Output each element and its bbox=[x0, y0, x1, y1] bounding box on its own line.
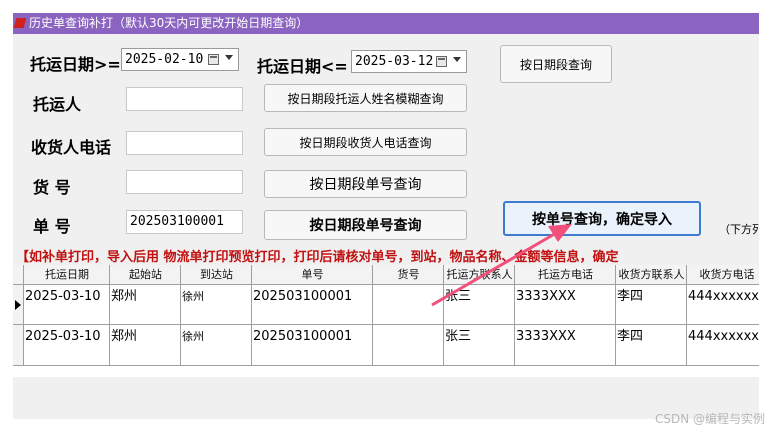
cell-shipper-contact[interactable]: 张三 bbox=[444, 285, 515, 325]
receiver-phone-label: 收货人电话 bbox=[31, 138, 112, 157]
col-order-no[interactable]: 单号 bbox=[252, 265, 373, 285]
col-receiver-contact[interactable]: 收货方联系人 bbox=[616, 265, 687, 285]
row-selector[interactable] bbox=[13, 325, 24, 366]
calendar-icon[interactable] bbox=[208, 54, 219, 65]
table-header-row: 托运日期 起始站 到达站 单号 货号 托运方联系人 托运方电话 收货方联系人 收… bbox=[24, 265, 759, 285]
cell-cargo-no[interactable] bbox=[373, 285, 444, 325]
col-cargo-no[interactable]: 货号 bbox=[373, 265, 444, 285]
window-title: 历史单查询补打（默认30天内可更改开始日期查询） bbox=[29, 16, 309, 30]
calendar-icon[interactable] bbox=[436, 56, 447, 67]
cell-receiver-contact[interactable]: 李四 bbox=[616, 325, 687, 366]
order-no-label: 单 号 bbox=[33, 217, 71, 236]
ship-date-from-label: 托运日期>= bbox=[30, 55, 121, 74]
query-by-shipper-button[interactable]: 按日期段托运人姓名模糊查询 bbox=[264, 84, 467, 112]
cell-shipper-phone[interactable]: 3333XXX bbox=[515, 285, 616, 325]
receiver-phone-input[interactable] bbox=[126, 131, 243, 155]
table-row[interactable]: 2025-03-10 郑州 徐州 202503100001 张三 3333XXX… bbox=[24, 285, 759, 325]
row-selector[interactable] bbox=[13, 285, 24, 325]
query-and-import-button[interactable]: 按单号查询，确定导入 bbox=[503, 201, 701, 236]
cell-shipper-phone[interactable]: 3333XXX bbox=[515, 325, 616, 366]
cargo-no-input[interactable] bbox=[126, 170, 243, 194]
date-from-value: 2025-02-10 bbox=[125, 52, 204, 67]
date-to-value: 2025-03-12 bbox=[355, 54, 434, 69]
cell-receiver-phone[interactable]: 444xxxxxx bbox=[687, 285, 759, 325]
app-icon bbox=[13, 18, 27, 28]
watermark: CSDN @编程与实例 bbox=[654, 412, 765, 426]
chevron-down-icon[interactable] bbox=[453, 57, 461, 62]
cell-arrival-station[interactable]: 徐州 bbox=[181, 325, 252, 366]
col-shipper-contact[interactable]: 托运方联系人 bbox=[444, 265, 515, 285]
col-arrival-station[interactable]: 到达站 bbox=[181, 265, 252, 285]
current-row-marker-icon bbox=[15, 300, 21, 310]
shipper-label: 托运人 bbox=[33, 95, 82, 114]
query-by-order-no-button[interactable]: 按日期段单号查询 bbox=[264, 210, 467, 240]
cell-ship-date[interactable]: 2025-03-10 bbox=[24, 325, 110, 366]
shipper-input[interactable] bbox=[126, 87, 243, 111]
col-shipper-phone[interactable]: 托运方电话 bbox=[515, 265, 616, 285]
results-table: 托运日期 起始站 到达站 单号 货号 托运方联系人 托运方电话 收货方联系人 收… bbox=[13, 265, 759, 377]
cell-start-station[interactable]: 郑州 bbox=[110, 285, 181, 325]
col-ship-date[interactable]: 托运日期 bbox=[24, 265, 110, 285]
col-receiver-phone[interactable]: 收货方电话 bbox=[687, 265, 759, 285]
list-note: （下方列 bbox=[719, 223, 759, 236]
row-header-corner bbox=[13, 265, 24, 285]
history-order-window: 历史单查询补打（默认30天内可更改开始日期查询） 托运日期>= 2025-02-… bbox=[13, 13, 759, 419]
query-by-date-button[interactable]: 按日期段查询 bbox=[500, 45, 612, 83]
ship-date-to-label: 托运日期<= bbox=[257, 57, 348, 76]
chevron-down-icon[interactable] bbox=[225, 55, 233, 60]
print-notice: 【如补单打印，导入后用 物流单打印预览打印，打印后请核对单号，到站，物品名称、金… bbox=[16, 250, 619, 265]
col-start-station[interactable]: 起始站 bbox=[110, 265, 181, 285]
order-no-input[interactable]: 202503100001 bbox=[126, 210, 243, 234]
table-row[interactable]: 2025-03-10 郑州 徐州 202503100001 张三 3333XXX… bbox=[24, 325, 759, 366]
cell-order-no[interactable]: 202503100001 bbox=[252, 325, 373, 366]
date-from-picker[interactable]: 2025-02-10 bbox=[121, 48, 239, 71]
cell-cargo-no[interactable] bbox=[373, 325, 444, 366]
query-by-cargo-no-button[interactable]: 按日期段单号查询 bbox=[264, 170, 467, 198]
cell-start-station[interactable]: 郑州 bbox=[110, 325, 181, 366]
cell-receiver-phone[interactable]: 444xxxxxx bbox=[687, 325, 759, 366]
cell-receiver-contact[interactable]: 李四 bbox=[616, 285, 687, 325]
cargo-no-label: 货 号 bbox=[33, 178, 71, 197]
cell-shipper-contact[interactable]: 张三 bbox=[444, 325, 515, 366]
cell-arrival-station[interactable]: 徐州 bbox=[181, 285, 252, 325]
cell-ship-date[interactable]: 2025-03-10 bbox=[24, 285, 110, 325]
date-to-picker[interactable]: 2025-03-12 bbox=[351, 50, 467, 73]
cell-order-no[interactable]: 202503100001 bbox=[252, 285, 373, 325]
title-bar: 历史单查询补打（默认30天内可更改开始日期查询） bbox=[13, 13, 759, 34]
query-by-receiver-phone-button[interactable]: 按日期段收货人电话查询 bbox=[264, 128, 467, 156]
